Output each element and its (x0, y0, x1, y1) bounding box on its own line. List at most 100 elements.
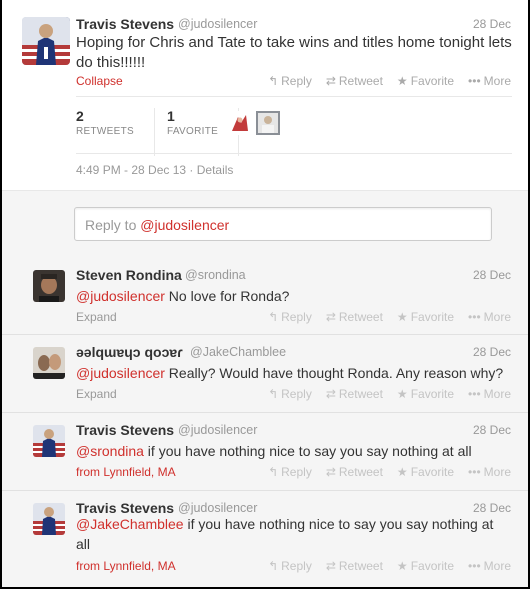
favorite-button[interactable]: ★ Favorite (397, 310, 454, 324)
reply-label: Reply (281, 74, 312, 88)
retweet-label: Retweet (338, 310, 383, 324)
tweet-actions: ↰ Reply ⇄ Retweet ★ Favorite ••• More (268, 387, 511, 401)
retweets-label: RETWEETS (76, 126, 134, 137)
mention-link[interactable]: @srondina (76, 443, 144, 459)
favorite-button[interactable]: ★ Favorite (397, 387, 454, 401)
reply-arrow-icon: ↰ (268, 74, 279, 88)
more-button[interactable]: ••• More (468, 559, 511, 573)
tweet-date[interactable]: 28 Dec (473, 501, 511, 515)
tweet-actions: ↰ Reply ⇄ Retweet ★ Favorite ••• More (268, 310, 511, 324)
ellipsis-icon: ••• (468, 465, 481, 479)
reply-button[interactable]: ↰ Reply (268, 465, 312, 479)
retweet-button[interactable]: ⇄ Retweet (326, 310, 383, 324)
star-icon: ★ (396, 387, 408, 401)
reply-button[interactable]: ↰ Reply (268, 387, 312, 401)
star-icon: ★ (396, 465, 408, 479)
retweet-label: Retweet (338, 465, 383, 479)
tweet-date[interactable]: 28 Dec (473, 17, 511, 31)
tweet-date[interactable]: 28 Dec (473, 268, 511, 282)
reply-tweet[interactable]: Steven Rondina @srondina 28 Dec @judosil… (2, 258, 528, 335)
expand-link[interactable]: Expand (76, 387, 117, 401)
mention-link[interactable]: @JakeChamblee (76, 516, 184, 532)
ellipsis-icon: ••• (468, 387, 481, 401)
author-name[interactable]: Travis Stevens (76, 16, 174, 32)
tweet-location[interactable]: from Lynnfield, MA (76, 559, 176, 573)
avatar[interactable] (33, 425, 65, 457)
favorite-label: Favorite (410, 465, 455, 479)
mention-link[interactable]: @judosilencer (76, 365, 165, 381)
retweet-icon: ⇄ (325, 387, 336, 401)
reply-prefix: Reply to (85, 217, 141, 233)
reply-arrow-icon: ↰ (268, 559, 279, 573)
retweet-button[interactable]: ⇄ Retweet (326, 465, 383, 479)
star-icon: ★ (396, 310, 408, 324)
avatar[interactable] (33, 347, 65, 379)
tweet-timestamp[interactable]: 4:49 PM - 28 Dec 13 (76, 163, 186, 177)
tweet-body: No love for Ronda? (164, 288, 290, 304)
tweet-stats: 2 RETWEETS 1 FAVORITE (76, 108, 251, 156)
reply-arrow-icon: ↰ (268, 387, 279, 401)
retweet-button[interactable]: ⇄ Retweet (326, 387, 383, 401)
avatar[interactable] (33, 503, 65, 535)
tweet-actions: ↰ Reply ⇄ Retweet ★ Favorite ••• More (268, 559, 511, 573)
favorite-button[interactable]: ★ Favorite (397, 465, 454, 479)
author-handle[interactable]: @JakeChamblee (190, 345, 286, 359)
tweet-location[interactable]: from Lynnfield, MA (76, 465, 176, 479)
favorite-button[interactable]: ★ Favorite (397, 559, 454, 573)
reply-label: Reply (281, 559, 312, 573)
divider (76, 153, 512, 154)
collapse-link[interactable]: Collapse (76, 74, 123, 88)
avatar[interactable] (22, 17, 70, 65)
more-button[interactable]: ••• More (468, 465, 511, 479)
author-handle[interactable]: @judosilencer (178, 17, 257, 31)
more-button[interactable]: ••• More (468, 74, 511, 88)
more-label: More (483, 559, 511, 573)
tweet-actions: ↰ Reply ⇄ Retweet ★ Favorite ••• More (268, 74, 511, 88)
tweet-date[interactable]: 28 Dec (473, 423, 511, 437)
reply-button[interactable]: ↰ Reply (268, 310, 312, 324)
more-button[interactable]: ••• More (468, 387, 511, 401)
tweet-conversation: Travis Stevens @judosilencer 28 Dec Hopi… (2, 0, 528, 587)
star-icon: ★ (396, 74, 408, 88)
tweet-text: @judosilencer No love for Ronda? (76, 286, 516, 306)
tweet-date[interactable]: 28 Dec (473, 345, 511, 359)
reply-mention: @judosilencer (140, 217, 230, 233)
favorite-button[interactable]: ★ Favorite (397, 74, 454, 88)
more-label: More (483, 74, 511, 88)
retweet-label: Retweet (338, 74, 383, 88)
author-name[interactable]: Travis Stevens (76, 422, 174, 438)
expand-link[interactable]: Expand (76, 310, 117, 324)
tweet-text: Hoping for Chris and Tate to take wins a… (76, 34, 512, 71)
retweet-icon: ⇄ (325, 465, 336, 479)
author-handle[interactable]: @judosilencer (178, 501, 257, 515)
tweet-text: @srondina if you have nothing nice to sa… (76, 441, 516, 461)
mention-link[interactable]: @judosilencer (76, 288, 165, 304)
avatar[interactable] (228, 111, 252, 135)
author-name[interactable]: ǝǝlqɯɐɥɔ qoɔɐɾ (76, 344, 183, 360)
reply-tweet[interactable]: ǝǝlqɯɐɥɔ qoɔɐɾ @JakeChamblee 28 Dec @jud… (2, 335, 528, 413)
retweet-button[interactable]: ⇄ Retweet (326, 559, 383, 573)
reply-label: Reply (281, 310, 312, 324)
more-label: More (483, 310, 511, 324)
author-handle[interactable]: @srondina (185, 268, 246, 282)
reply-tweet[interactable]: Travis Stevens @judosilencer 28 Dec @sro… (2, 413, 528, 491)
more-button[interactable]: ••• More (468, 310, 511, 324)
more-label: More (483, 387, 511, 401)
author-name[interactable]: Steven Rondina (76, 267, 182, 283)
retweet-button[interactable]: ⇄ Retweet (326, 74, 383, 88)
avatar[interactable] (256, 111, 280, 135)
separator: · (189, 163, 197, 177)
retweets-stat[interactable]: 2 RETWEETS (76, 108, 155, 156)
tweet-body: Really? Would have thought Ronda. Any re… (164, 365, 504, 381)
details-link[interactable]: Details (197, 163, 234, 177)
reply-button[interactable]: ↰ Reply (268, 74, 312, 88)
author-handle[interactable]: @judosilencer (178, 423, 257, 437)
avatar[interactable] (33, 270, 65, 302)
reply-button[interactable]: ↰ Reply (268, 559, 312, 573)
retweet-icon: ⇄ (325, 559, 336, 573)
favorite-label: Favorite (410, 559, 455, 573)
reply-tweet[interactable]: Travis Stevens @judosilencer 28 Dec @Jak… (2, 491, 528, 587)
main-tweet[interactable]: Travis Stevens @judosilencer 28 Dec Hopi… (2, 0, 528, 190)
reply-input[interactable]: Reply to @judosilencer (74, 207, 492, 241)
divider (76, 96, 512, 97)
